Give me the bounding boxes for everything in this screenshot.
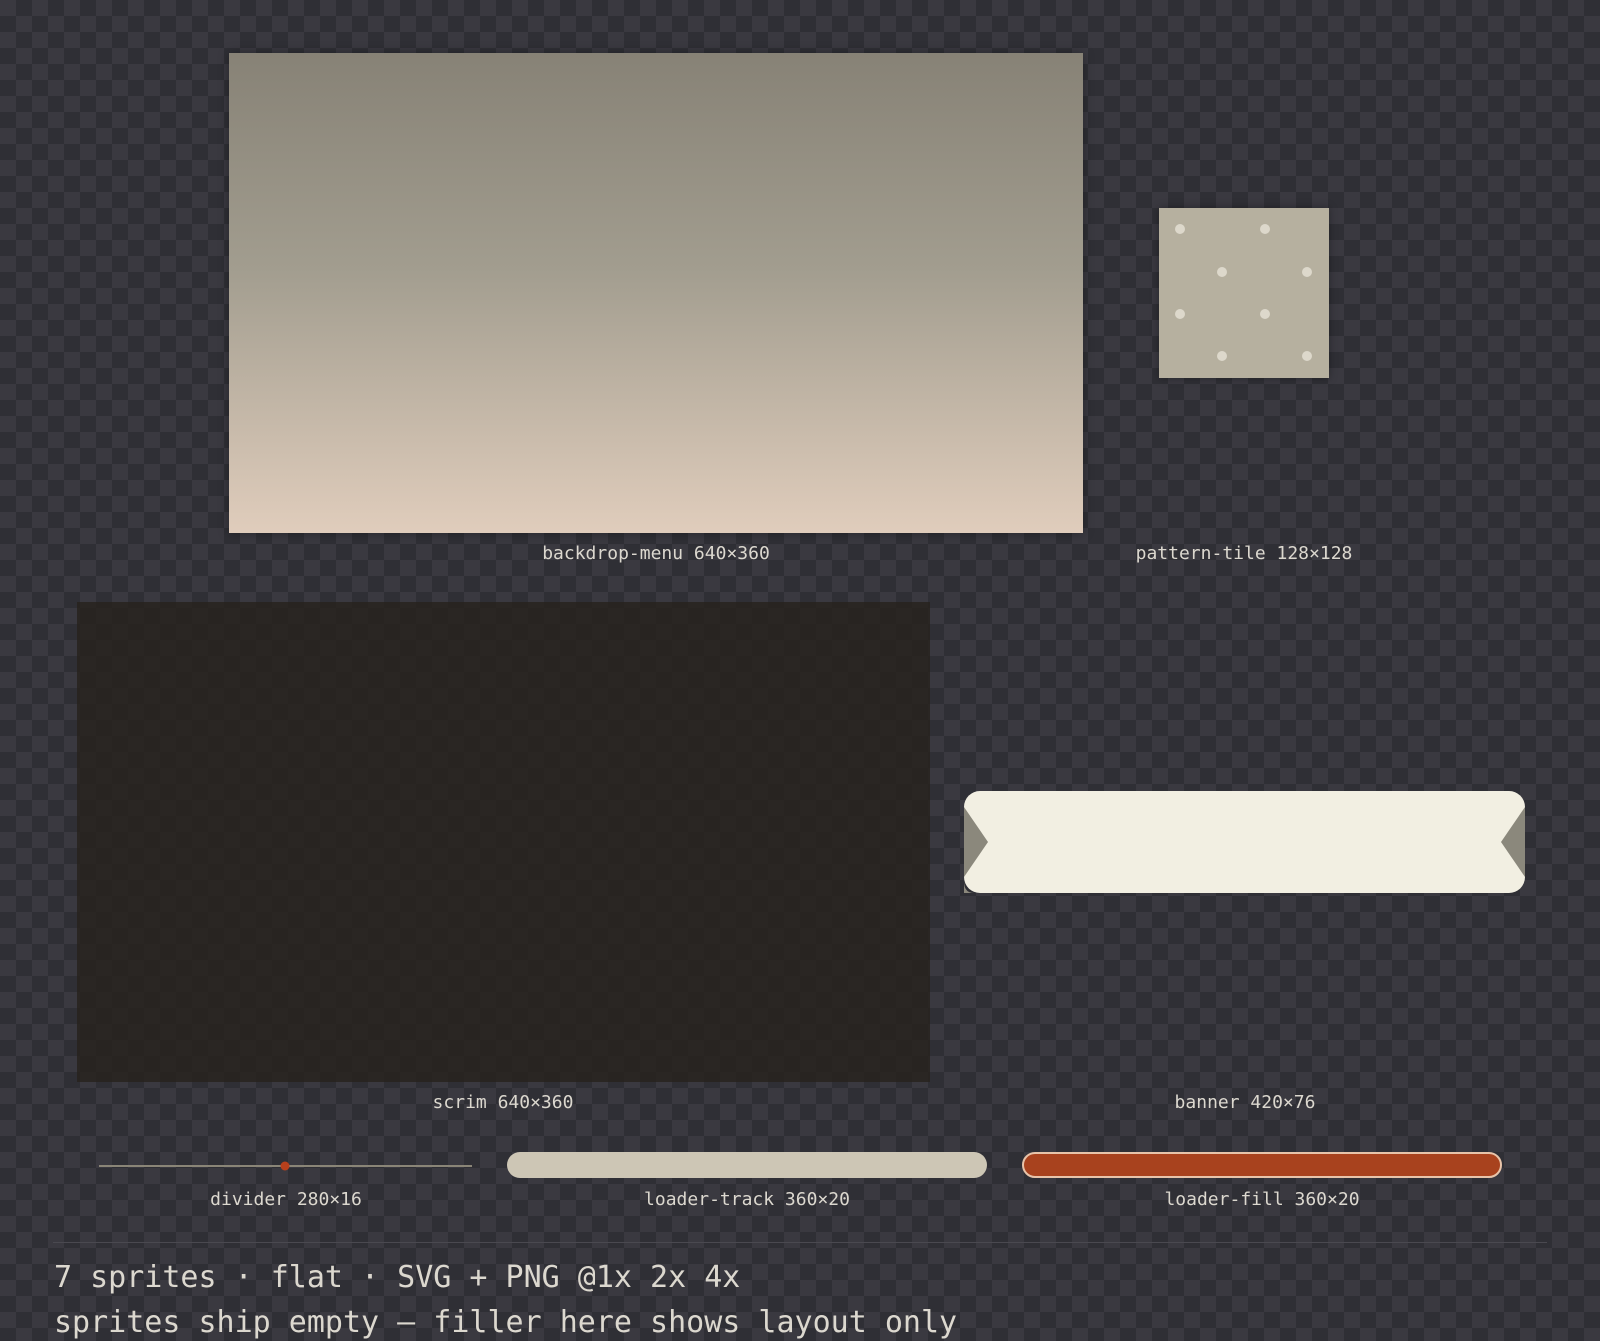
- loader-fill-label: loader-fill 360×20: [1164, 1189, 1360, 1210]
- pattern-dot: [1302, 351, 1312, 361]
- loader-track-sprite: [507, 1152, 987, 1178]
- scrim-sprite: [77, 602, 930, 1082]
- banner-sprite: [964, 791, 1525, 893]
- backdrop-menu-label: backdrop-menu 640×360: [542, 543, 770, 564]
- scrim-label: scrim 640×360: [432, 1092, 574, 1113]
- banner-label: banner 420×76: [1174, 1092, 1316, 1113]
- divider-line: [99, 1161, 472, 1171]
- pattern-tile-label: pattern-tile 128×128: [1135, 543, 1353, 564]
- pattern-dot: [1302, 267, 1312, 277]
- loader-track-label: loader-track 360×20: [644, 1189, 850, 1210]
- pattern-dot: [1175, 224, 1185, 234]
- pattern-dot: [1175, 309, 1185, 319]
- backdrop-menu-sprite: [229, 53, 1083, 533]
- footer-divider: [53, 1242, 1547, 1243]
- divider-label: divider 280×16: [210, 1189, 362, 1210]
- pattern-dot: [1260, 309, 1270, 319]
- footer-summary: 7 sprites · flat · SVG + PNG @1x 2x 4x: [54, 1260, 741, 1295]
- divider-sprite: [99, 1156, 472, 1176]
- pattern-dot: [1217, 351, 1227, 361]
- footer-note: sprites ship empty — filler here shows l…: [54, 1305, 958, 1340]
- loader-fill-sprite: [1022, 1152, 1502, 1178]
- backdrop-menu-gradient: [229, 53, 1083, 533]
- pattern-tile-sprite: [1159, 208, 1329, 378]
- pattern-dot: [1217, 267, 1227, 277]
- divider-accent-dot: [280, 1161, 290, 1171]
- pattern-dot: [1260, 224, 1270, 234]
- banner-shape: [964, 791, 1525, 893]
